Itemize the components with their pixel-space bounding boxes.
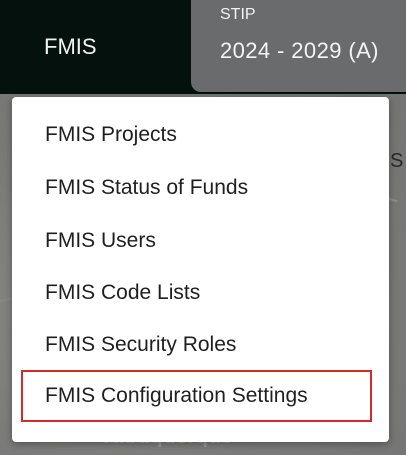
- stip-selector[interactable]: STIP 2024 - 2029 (A): [191, 0, 406, 92]
- menu-item-label: FMIS Projects: [45, 123, 177, 146]
- menu-item-fmis-configuration-settings[interactable]: FMIS Configuration Settings: [21, 370, 372, 422]
- menu-item-label: FMIS Code Lists: [45, 281, 201, 304]
- menu-item-fmis-status-of-funds[interactable]: FMIS Status of Funds: [12, 162, 389, 214]
- app-root: Albuquerque S FMIS STIP 2024 - 2029 (A) …: [0, 0, 406, 455]
- menu-item-label: FMIS Security Roles: [45, 333, 237, 356]
- menu-item-fmis-code-lists[interactable]: FMIS Code Lists: [12, 267, 389, 319]
- menu-item-label: FMIS Configuration Settings: [45, 384, 308, 407]
- menu-item-fmis-security-roles[interactable]: FMIS Security Roles: [12, 319, 389, 371]
- fmis-dropdown-menu: FMIS Projects FMIS Status of Funds FMIS …: [12, 97, 389, 442]
- fmis-menu-button[interactable]: FMIS: [44, 34, 97, 60]
- menu-item-fmis-projects[interactable]: FMIS Projects: [12, 109, 389, 161]
- top-header: FMIS STIP 2024 - 2029 (A): [0, 0, 406, 94]
- map-edge-label: S: [390, 150, 404, 172]
- menu-item-label: FMIS Users: [45, 229, 156, 252]
- stip-value: 2024 - 2029 (A): [220, 38, 379, 63]
- stip-label: STIP: [220, 6, 256, 23]
- menu-item-fmis-users[interactable]: FMIS Users: [12, 215, 389, 267]
- menu-item-label: FMIS Status of Funds: [45, 176, 249, 199]
